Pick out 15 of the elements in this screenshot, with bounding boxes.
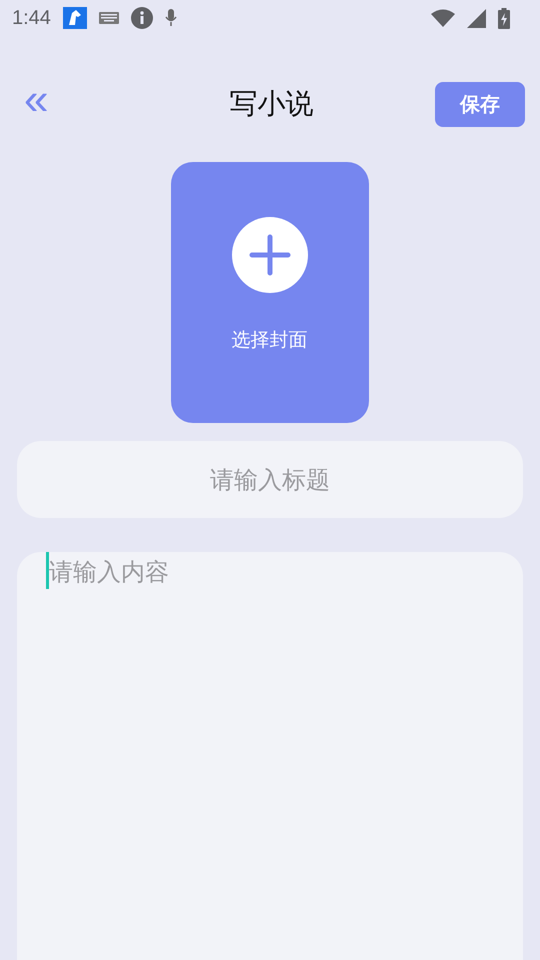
add-icon <box>232 217 308 293</box>
page-title: 写小说 <box>230 86 314 122</box>
title-field[interactable]: 请输入标题 <box>17 441 523 518</box>
info-icon <box>130 7 153 29</box>
save-button[interactable]: 保存 <box>434 82 525 126</box>
battery-icon <box>498 8 510 28</box>
keyboard-icon <box>98 12 119 24</box>
back-button[interactable]: « <box>24 80 48 120</box>
signal-icon <box>467 8 486 28</box>
content-field[interactable]: 请输入内容 <box>17 552 523 960</box>
cover-picker[interactable]: 选择封面 <box>170 162 368 423</box>
microphone-icon <box>164 9 177 27</box>
status-time: 1:44 <box>12 6 51 30</box>
wifi-icon <box>431 9 455 27</box>
app-icon <box>62 7 87 29</box>
